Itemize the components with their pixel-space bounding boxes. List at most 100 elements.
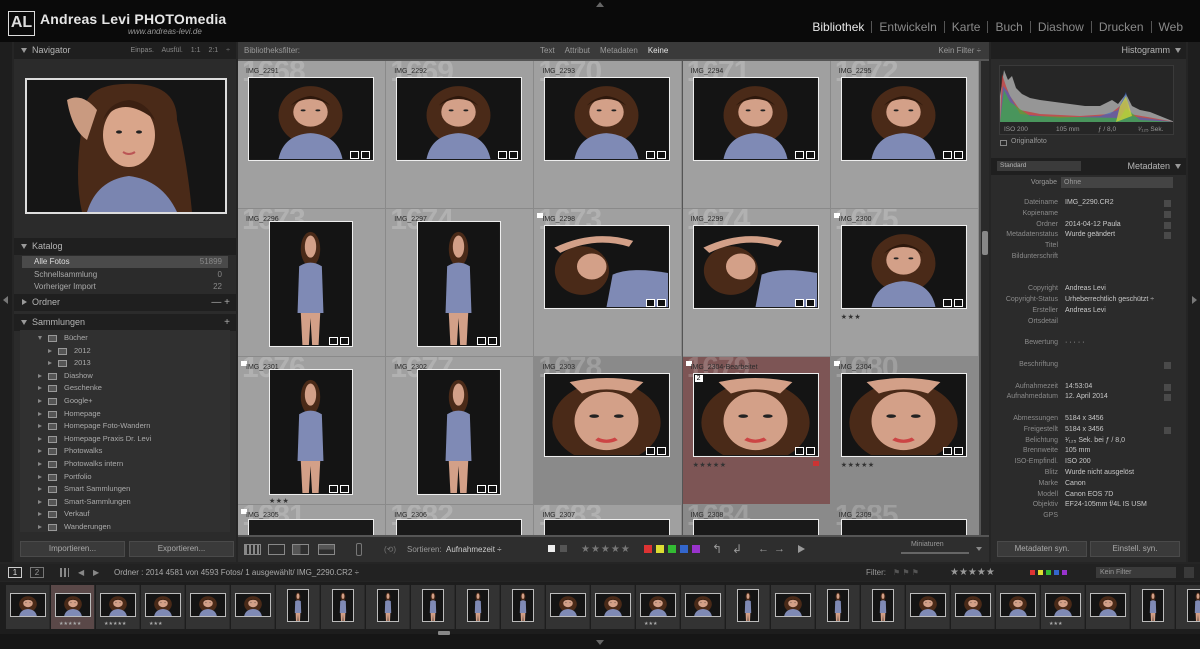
scroll-thumb[interactable]: [982, 231, 988, 255]
keyword-badge-icon[interactable]: [942, 151, 952, 159]
sync-settings-button[interactable]: Einstell. syn.: [1090, 541, 1180, 557]
thumbnail[interactable]: [417, 221, 502, 347]
thumbnail[interactable]: [840, 519, 967, 535]
filmstrip-cell[interactable]: [996, 585, 1040, 629]
filmstrip-cell[interactable]: [231, 585, 275, 629]
color-label-chip[interactable]: [692, 545, 700, 553]
metadata-action-icon[interactable]: [1164, 394, 1171, 402]
filmstrip-thumbnail[interactable]: [1090, 593, 1126, 617]
disclosure-icon[interactable]: [38, 499, 42, 504]
keyword-badge-icon[interactable]: [646, 299, 656, 307]
histogram[interactable]: ISO 200 105 mm ƒ / 8,0 ¹⁄₁₂₅ Sek.: [999, 65, 1174, 135]
rotate-left-icon[interactable]: ↰: [712, 537, 722, 562]
metadata-value[interactable]: Wurde nicht ausgelöst: [1065, 468, 1134, 479]
thumbnail[interactable]: [840, 77, 967, 161]
filmstrip-thumbnail[interactable]: [10, 593, 46, 617]
filmstrip-cell[interactable]: ★★★: [1041, 585, 1085, 629]
toolbar-menu-icon[interactable]: [976, 547, 982, 551]
collection-item[interactable]: Homepage Foto-Wandern: [20, 420, 230, 433]
keyword-badge-icon[interactable]: [646, 151, 656, 159]
filmstrip-cell[interactable]: [861, 585, 905, 629]
folders-header[interactable]: Ordner — +: [14, 294, 236, 311]
keyword-badge-icon[interactable]: [329, 485, 338, 493]
right-collapse-strip[interactable]: [1188, 42, 1200, 562]
zoom-options[interactable]: Einpas. Ausfül. 1:1 2:1 ÷: [131, 42, 230, 59]
collection-item[interactable]: Diashow: [20, 370, 230, 383]
filmstrip-thumbnail[interactable]: [235, 593, 271, 617]
thumbnail[interactable]: [248, 77, 374, 161]
color-label-chip[interactable]: [656, 545, 664, 553]
next-icon[interactable]: →: [774, 537, 785, 562]
filmstrip-cell[interactable]: [456, 585, 500, 629]
metadata-value[interactable]: EF24-105mm f/4L IS USM: [1065, 500, 1147, 511]
keyword-badge-icon[interactable]: [942, 299, 952, 307]
filmstrip-thumbnail[interactable]: [595, 593, 631, 617]
keyword-badge-icon[interactable]: [350, 151, 359, 159]
color-label-chip[interactable]: [644, 545, 652, 553]
grid-cell[interactable]: 1668 IMG_2291: [238, 61, 386, 209]
filmstrip-cell[interactable]: [6, 585, 50, 629]
left-collapse-strip[interactable]: [0, 42, 12, 562]
grid-cell[interactable]: 1674IMG_2297: [386, 209, 535, 357]
grid-cell[interactable]: 1685IMG_2309: [830, 505, 979, 535]
thumbnail[interactable]: [692, 373, 819, 457]
disclosure-icon[interactable]: [48, 361, 52, 366]
filmstrip-thumbnail[interactable]: [1000, 593, 1036, 617]
metadata-view-select[interactable]: Standard: [997, 161, 1081, 171]
add-collection-button[interactable]: +: [224, 314, 230, 331]
module-buch[interactable]: Buch: [988, 20, 1029, 34]
filmstrip-cell[interactable]: [321, 585, 365, 629]
metadata-action-icon[interactable]: [1164, 383, 1171, 391]
disclosure-icon[interactable]: [38, 436, 42, 441]
thumbnail[interactable]: [544, 519, 671, 535]
color-filter-chip[interactable]: [1062, 570, 1067, 575]
metadata-value[interactable]: Canon EOS 7D: [1065, 490, 1113, 501]
filmstrip-cell[interactable]: [1131, 585, 1175, 629]
thumbnail[interactable]: [396, 519, 523, 535]
collection-item[interactable]: Photowalks: [20, 445, 230, 458]
module-bibliothek[interactable]: Bibliothek: [805, 20, 871, 34]
metadata-value[interactable]: 12. April 2014: [1065, 392, 1108, 403]
grid-cell[interactable]: 1678 IMG_2303: [534, 357, 683, 505]
primary-window-button[interactable]: 1: [8, 567, 22, 578]
catalog-header[interactable]: Katalog: [14, 238, 236, 255]
filter-tab-attribut[interactable]: Attribut: [560, 42, 595, 59]
cell-rating[interactable]: ★★★★★: [693, 461, 727, 469]
grid-cell[interactable]: 1679 IMG_2304-Bearbeitet 2 ★★★★★: [682, 357, 831, 505]
collection-item[interactable]: Bücher: [20, 332, 230, 345]
filmstrip-thumbnail[interactable]: [1045, 593, 1081, 617]
keyword-badge-icon[interactable]: [942, 447, 952, 455]
filmstrip-thumbnail[interactable]: [287, 589, 309, 622]
grid-cell[interactable]: 1682IMG_2306: [386, 505, 535, 535]
grid-cell[interactable]: 1669 IMG_2292: [386, 61, 535, 209]
filmstrip-cell[interactable]: [726, 585, 770, 629]
filmstrip-cell[interactable]: [951, 585, 995, 629]
filter-preset-select[interactable]: Kein Filter: [1096, 567, 1176, 578]
metadata-value[interactable]: 5184 x 3456: [1065, 414, 1104, 425]
filmstrip-thumbnail[interactable]: [422, 589, 444, 622]
develop-badge-icon[interactable]: [953, 299, 963, 307]
rating-stars[interactable]: ★★★★★: [581, 537, 631, 562]
disclosure-icon[interactable]: [38, 399, 42, 403]
filmstrip-cell[interactable]: [681, 585, 725, 629]
grid-cell[interactable]: 1683IMG_2307: [534, 505, 683, 535]
collection-item[interactable]: Wanderungen: [20, 521, 230, 534]
export-button[interactable]: Exportieren...: [129, 541, 234, 557]
disclosure-icon[interactable]: [38, 474, 42, 479]
keyword-badge-icon[interactable]: [794, 299, 804, 307]
filmstrip-thumbnail[interactable]: [1142, 589, 1164, 622]
module-entwickeln[interactable]: Entwickeln: [872, 20, 943, 34]
develop-badge-icon[interactable]: [953, 151, 963, 159]
grid-cell[interactable]: 1673 IMG_2298: [534, 209, 683, 357]
develop-badge-icon[interactable]: [657, 151, 667, 159]
loupe-view-icon[interactable]: [268, 544, 285, 555]
thumbnail[interactable]: [692, 225, 819, 309]
develop-badge-icon[interactable]: [805, 151, 815, 159]
thumbnail[interactable]: [417, 369, 502, 495]
develop-badge-icon[interactable]: [509, 151, 519, 159]
catalog-item[interactable]: Vorheriger Import 22: [22, 281, 228, 293]
collection-item[interactable]: Homepage Praxis Dr. Levi: [20, 433, 230, 446]
survey-view-icon[interactable]: [318, 544, 335, 555]
filmstrip-cell[interactable]: [276, 585, 320, 629]
filmstrip-thumbnail[interactable]: [640, 593, 676, 617]
